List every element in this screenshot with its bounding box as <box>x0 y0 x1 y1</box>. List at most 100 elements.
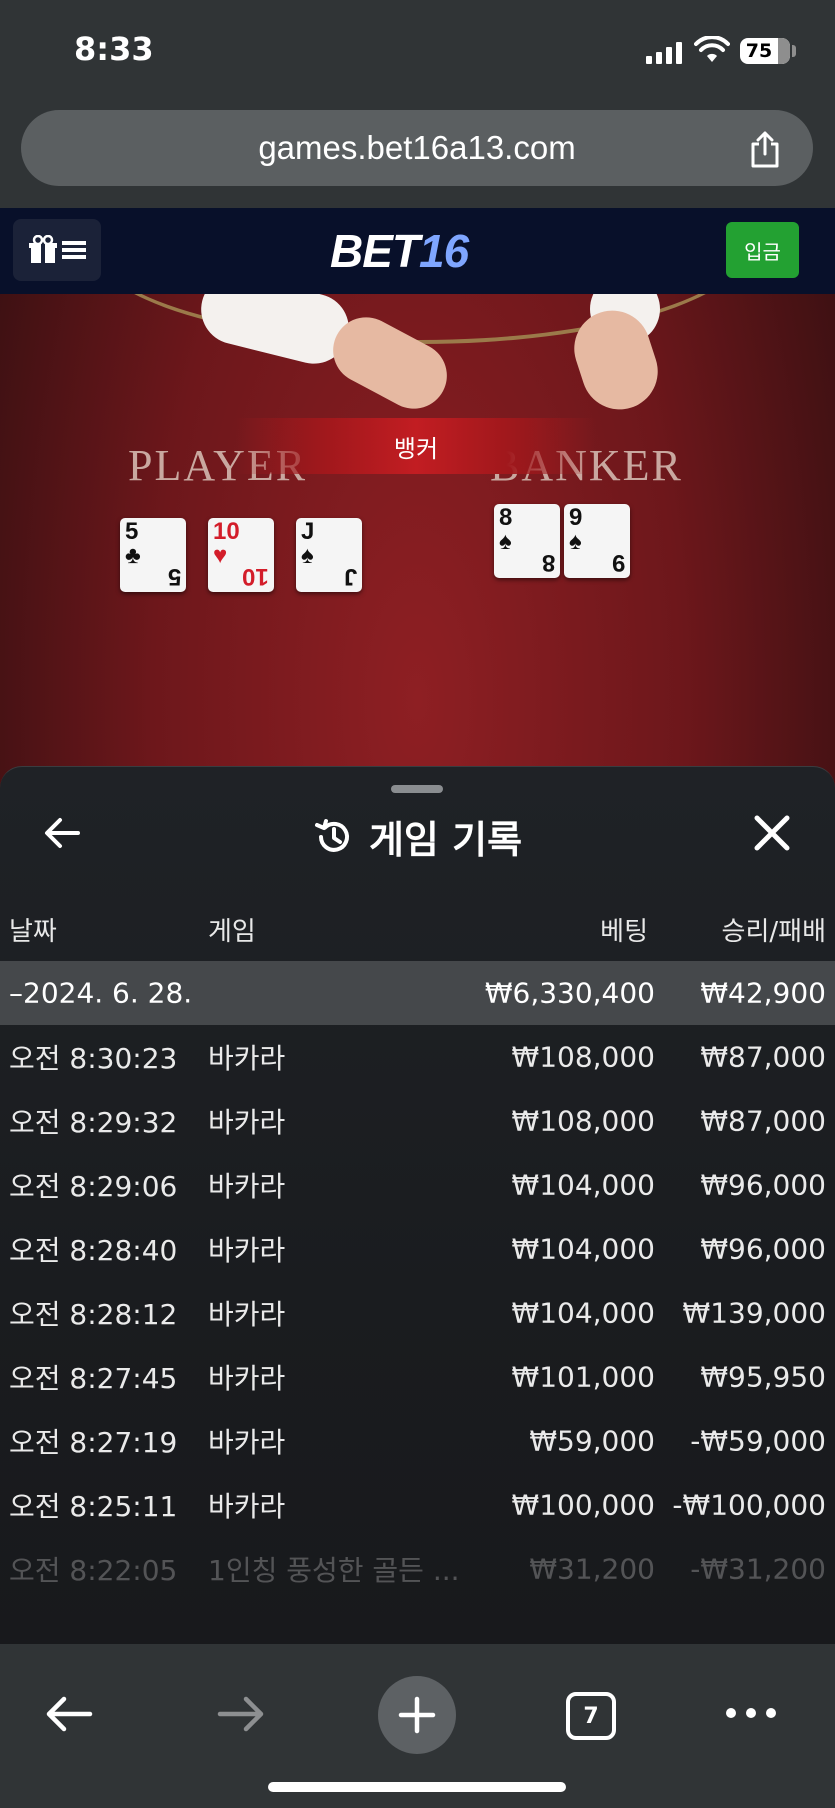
card-rank: 5 <box>125 518 139 545</box>
row-bet: ₩104,000 <box>511 1168 655 1202</box>
result-text: 뱅커 <box>393 434 439 463</box>
playing-card: 10 ♥ 10 <box>208 518 274 592</box>
card-rank: J <box>301 518 315 545</box>
column-header-winloss: 승리/패배 <box>721 917 826 947</box>
column-header-date: 날짜 <box>9 917 57 947</box>
battery-nub <box>792 45 796 57</box>
history-icon <box>314 818 349 852</box>
row-winloss: ₩96,000 <box>700 1168 826 1202</box>
row-winloss: ₩139,000 <box>682 1296 826 1330</box>
share-icon[interactable] <box>747 130 783 170</box>
history-row[interactable]: 오전 8:28:40 바카라 ₩104,000 ₩96,000 <box>0 1217 835 1281</box>
history-row[interactable]: 오전 8:28:12 바카라 ₩104,000 ₩139,000 <box>0 1281 835 1345</box>
row-bet: ₩104,000 <box>511 1296 655 1330</box>
date-group-bet-total: ₩6,330,400 <box>484 976 655 1010</box>
row-time: 오전 8:30:23 <box>9 1042 178 1075</box>
status-bar: 8:33 75 <box>0 0 835 100</box>
card-rank: 8 <box>499 504 513 531</box>
site-logo[interactable]: BET16 <box>330 224 469 278</box>
history-row[interactable]: 오전 8:22:05 1인칭 풍성한 골든 ... ₩31,200 -₩31,200 <box>0 1537 835 1601</box>
address-bar[interactable]: games.bet16a13.com <box>21 110 813 186</box>
home-indicator[interactable] <box>268 1782 566 1792</box>
column-header-game: 게임 <box>208 917 256 947</box>
history-row[interactable]: 오전 8:27:45 바카라 ₩101,000 ₩95,950 <box>0 1345 835 1409</box>
row-bet: ₩101,000 <box>511 1360 655 1394</box>
row-time: 오전 8:29:32 <box>9 1106 178 1139</box>
card-rank-bottom: 5 <box>167 563 181 590</box>
row-time: 오전 8:25:11 <box>9 1490 178 1523</box>
playing-card: 5 ♣ 5 <box>120 518 186 592</box>
row-game: 1인칭 풍성한 골든 ... <box>208 1554 460 1587</box>
browser-address-area: games.bet16a13.com <box>0 100 835 208</box>
row-bet: ₩59,000 <box>529 1424 655 1458</box>
card-rank: 9 <box>569 504 583 531</box>
tab-count: 7 <box>583 1703 599 1729</box>
sheet-grabber[interactable] <box>391 785 443 793</box>
row-bet: ₩100,000 <box>511 1488 655 1522</box>
date-group-row[interactable]: –2024. 6. 28. ₩6,330,400 ₩42,900 <box>0 961 835 1025</box>
row-winloss: ₩95,950 <box>700 1360 826 1394</box>
row-game: 바카라 <box>208 1042 286 1075</box>
row-time: 오전 8:27:45 <box>9 1362 178 1395</box>
url-text: games.bet16a13.com <box>258 129 576 166</box>
plus-icon <box>398 1696 436 1734</box>
date-group-winloss-total: ₩42,900 <box>700 976 826 1010</box>
logo-part1: BET <box>330 225 420 277</box>
row-bet: ₩31,200 <box>529 1552 655 1586</box>
dealer-arm-left <box>193 294 357 372</box>
row-game: 바카라 <box>208 1170 286 1203</box>
game-history-sheet: 게임 기록 날짜 게임 베팅 승리/패배 –2024. 6. 28. ₩6,33… <box>0 766 835 1644</box>
wifi-icon <box>694 36 730 62</box>
row-time: 오전 8:28:40 <box>9 1234 178 1267</box>
row-time: 오전 8:22:05 <box>9 1554 178 1587</box>
sheet-title-text: 게임 기록 <box>368 818 523 862</box>
new-tab-button[interactable] <box>378 1676 456 1754</box>
row-game: 바카라 <box>208 1234 286 1267</box>
clock: 8:33 <box>74 30 154 68</box>
history-row[interactable]: 오전 8:29:06 바카라 ₩104,000 ₩96,000 <box>0 1153 835 1217</box>
browser-back-icon[interactable] <box>44 1692 94 1736</box>
hamburger-icon <box>62 241 86 259</box>
battery-icon: 75 <box>740 38 790 64</box>
row-game: 바카라 <box>208 1426 286 1459</box>
gift-icon <box>29 235 57 263</box>
browser-toolbar: 7 <box>0 1644 835 1808</box>
sheet-title: 게임 기록 <box>0 809 835 864</box>
menu-button[interactable] <box>13 219 101 281</box>
deposit-button[interactable]: 입금 <box>726 222 799 278</box>
tabs-button[interactable]: 7 <box>566 1692 616 1740</box>
row-game: 바카라 <box>208 1298 286 1331</box>
history-row[interactable]: 오전 8:25:11 바카라 ₩100,000 -₩100,000 <box>0 1473 835 1537</box>
history-row[interactable]: 오전 8:30:23 바카라 ₩108,000 ₩87,000 <box>0 1025 835 1089</box>
row-game: 바카라 <box>208 1362 286 1395</box>
logo-part2: 16 <box>419 225 469 277</box>
cellular-signal-icon <box>646 42 682 64</box>
date-group-date: –2024. 6. 28. <box>9 976 193 1010</box>
site-header: BET16 입금 <box>0 208 835 294</box>
column-header-bet: 베팅 <box>600 917 648 947</box>
row-winloss: ₩96,000 <box>700 1232 826 1266</box>
battery-level: 75 <box>745 40 773 62</box>
row-winloss: ₩87,000 <box>700 1104 826 1138</box>
playing-card: 9 ♠ 9 <box>564 504 630 578</box>
row-winloss: ₩87,000 <box>700 1040 826 1074</box>
card-rank-bottom: J <box>343 563 357 590</box>
row-winloss: -₩100,000 <box>672 1488 826 1522</box>
result-banner: 뱅커 <box>236 418 596 474</box>
more-options-icon[interactable] <box>726 1708 776 1718</box>
row-game: 바카라 <box>208 1490 286 1523</box>
row-game: 바카라 <box>208 1106 286 1139</box>
browser-forward-icon[interactable] <box>216 1692 266 1736</box>
close-icon[interactable] <box>752 813 792 853</box>
row-bet: ₩108,000 <box>511 1104 655 1138</box>
row-bet: ₩104,000 <box>511 1232 655 1266</box>
row-time: 오전 8:28:12 <box>9 1298 178 1331</box>
playing-card: J ♠ J <box>296 518 362 592</box>
row-time: 오전 8:29:06 <box>9 1170 178 1203</box>
playing-card: 8 ♠ 8 <box>494 504 560 578</box>
history-row[interactable]: 오전 8:29:32 바카라 ₩108,000 ₩87,000 <box>0 1089 835 1153</box>
history-row[interactable]: 오전 8:27:19 바카라 ₩59,000 -₩59,000 <box>0 1409 835 1473</box>
row-winloss: -₩31,200 <box>690 1552 826 1586</box>
card-rank-bottom: 8 <box>541 549 555 576</box>
card-rank-bottom: 9 <box>611 549 625 576</box>
